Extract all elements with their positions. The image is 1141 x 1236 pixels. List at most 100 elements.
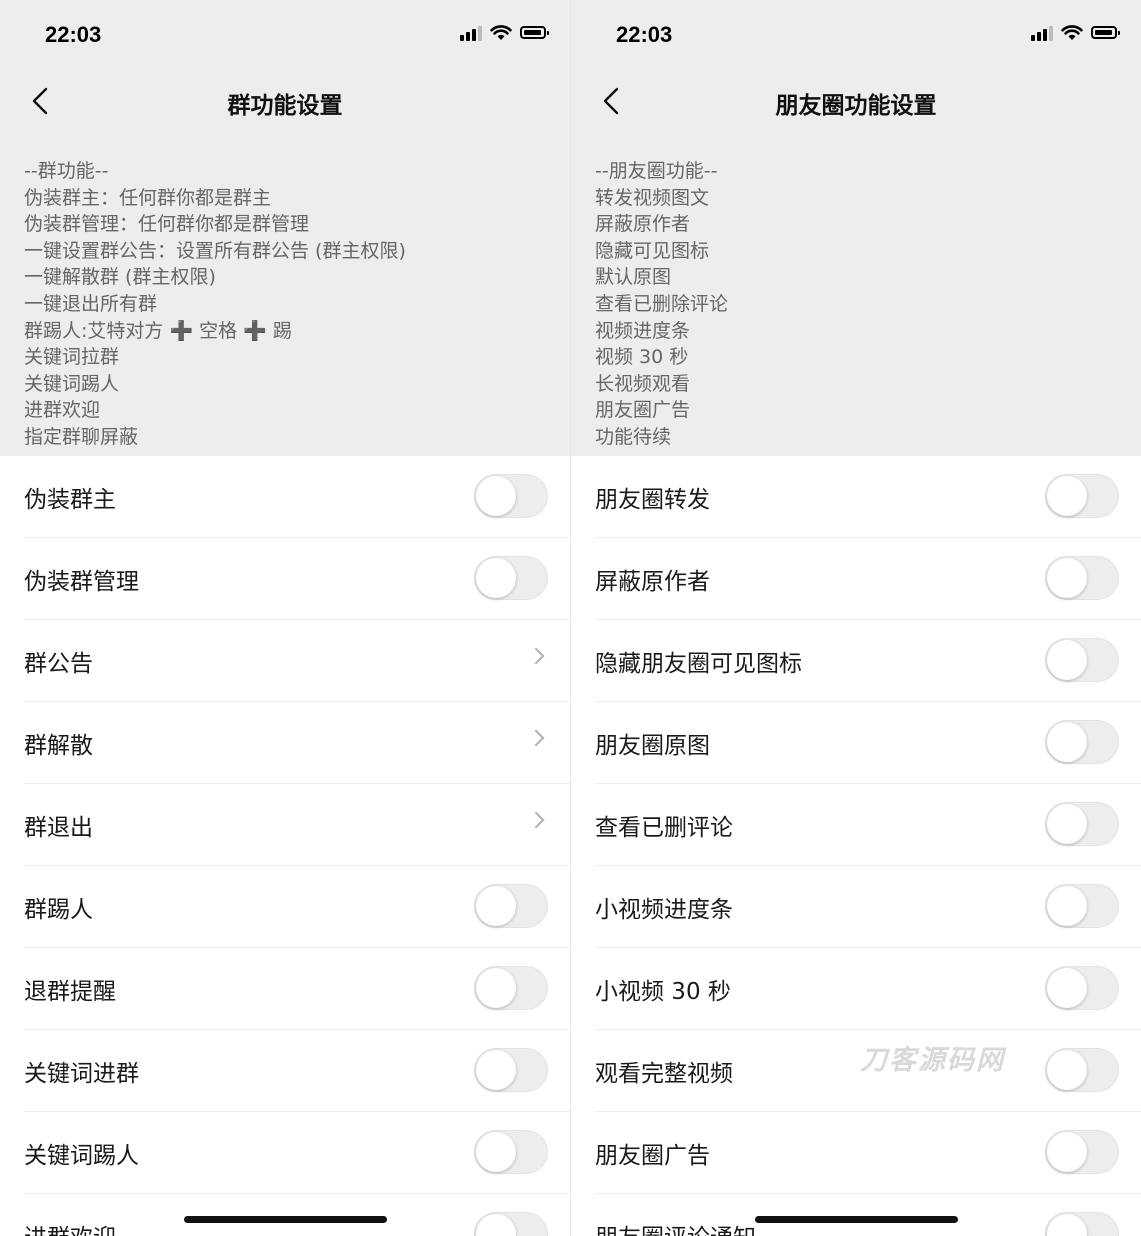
page-title: 朋友圈功能设置: [775, 93, 937, 119]
toggle-switch[interactable]: [474, 1048, 548, 1092]
battery-icon: [1091, 26, 1120, 39]
settings-row-label: 查看已删评论: [595, 815, 733, 841]
chevron-right-icon[interactable]: [527, 647, 545, 665]
toggle-switch[interactable]: [1045, 802, 1119, 846]
settings-row[interactable]: 群解散: [24, 702, 570, 784]
description-line: 群踢人:艾特对方 ➕ 空格 ➕ 踢: [24, 319, 292, 342]
settings-row: 伪装群管理: [24, 538, 570, 620]
description-line: 一键设置群公告：设置所有群公告 (群主权限): [24, 239, 406, 262]
description-line: 长视频观看: [595, 372, 691, 395]
group-settings-screen: 22:03 群功能设置 --群功能-- 伪装群主：任何群你都是群主 伪装群管理：…: [0, 0, 570, 1236]
description-line: 伪装群主：任何群你都是群主: [24, 186, 272, 209]
description-line: 转发视频图文: [595, 186, 710, 209]
description-line: 朋友圈广告: [595, 399, 691, 422]
settings-row-label: 朋友圈原图: [595, 733, 710, 759]
status-icons: [1031, 24, 1120, 41]
toggle-knob: [1047, 804, 1087, 844]
settings-row: 群踢人: [24, 866, 570, 948]
toggle-switch[interactable]: [474, 474, 548, 518]
settings-row-label: 朋友圈广告: [595, 1143, 710, 1169]
description-line: 功能待续: [595, 425, 672, 448]
toggle-knob: [1047, 1050, 1087, 1090]
toggle-knob: [1047, 722, 1087, 762]
toggle-switch[interactable]: [1045, 720, 1119, 764]
description-line: 默认原图: [595, 266, 672, 289]
settings-row-label: 退群提醒: [24, 979, 116, 1005]
settings-row-label: 隐藏朋友圈可见图标: [595, 651, 802, 677]
status-icons: [460, 24, 549, 41]
settings-row-label: 屏蔽原作者: [595, 569, 710, 595]
toggle-knob: [1047, 640, 1087, 680]
toggle-switch[interactable]: [1045, 1212, 1119, 1236]
nav-bar: 群功能设置: [0, 72, 570, 132]
settings-row: 朋友圈转发: [595, 456, 1141, 538]
page-title: 群功能设置: [227, 93, 343, 119]
settings-row-label: 朋友圈评论通知: [595, 1218, 756, 1236]
settings-list: 朋友圈转发屏蔽原作者隐藏朋友圈可见图标 朋友圈原图查看已删评论 小视频进度条 小视频 …: [571, 456, 1141, 1236]
settings-row: 关键词踢人: [24, 1112, 570, 1194]
toggle-knob: [476, 1050, 516, 1090]
toggle-switch[interactable]: [474, 884, 548, 928]
toggle-knob: [1047, 1132, 1087, 1172]
settings-row: 退群提醒: [24, 948, 570, 1030]
settings-row-label: 进群欢迎: [24, 1218, 116, 1236]
description-line: 关键词拉群: [24, 346, 120, 369]
toggle-switch[interactable]: [474, 1212, 548, 1236]
toggle-switch[interactable]: [474, 1130, 548, 1174]
settings-row: 伪装群主: [24, 456, 570, 538]
toggle-switch[interactable]: [1045, 638, 1119, 682]
settings-row: 屏蔽原作者: [595, 538, 1141, 620]
settings-row-label: 关键词踢人: [24, 1143, 139, 1169]
chevron-right-icon[interactable]: [527, 729, 545, 747]
toggle-knob: [476, 968, 516, 1008]
settings-row-label: 伪装群主: [24, 487, 116, 513]
toggle-switch[interactable]: [1045, 1130, 1119, 1174]
chevron-right-icon[interactable]: [527, 811, 545, 829]
settings-row: 朋友圈原图: [595, 702, 1141, 784]
settings-row-label: 群退出: [24, 815, 93, 841]
feature-description: --朋友圈功能-- 转发视频图文 屏蔽原作者 隐藏可见图标 默认原图 查看已删除…: [595, 158, 728, 451]
battery-icon: [520, 26, 549, 39]
signal-icon: [460, 25, 482, 41]
settings-row[interactable]: 群公告: [24, 620, 570, 702]
toggle-knob: [476, 558, 516, 598]
description-line: 屏蔽原作者: [595, 213, 691, 236]
toggle-knob: [476, 476, 516, 516]
settings-row[interactable]: 群退出: [24, 784, 570, 866]
toggle-switch[interactable]: [1045, 1048, 1119, 1092]
nav-bar: 朋友圈功能设置: [571, 72, 1141, 132]
description-line: 指定群聊屏蔽: [24, 425, 139, 448]
moments-settings-screen: 22:03 朋友圈功能设置 --朋友圈功能-- 转发视频图文 屏蔽原作者 隐藏可…: [571, 0, 1141, 1236]
settings-row-label: 关键词进群: [24, 1061, 139, 1087]
toggle-knob: [476, 1132, 516, 1172]
wifi-icon: [490, 25, 512, 40]
toggle-knob: [1047, 558, 1087, 598]
toggle-knob: [1047, 1214, 1087, 1236]
toggle-switch[interactable]: [1045, 556, 1119, 600]
toggle-switch[interactable]: [474, 556, 548, 600]
toggle-switch[interactable]: [1045, 884, 1119, 928]
toggle-switch[interactable]: [474, 966, 548, 1010]
header-area: 22:03 朋友圈功能设置 --朋友圈功能-- 转发视频图文 屏蔽原作者 隐藏可…: [571, 0, 1141, 456]
description-line: --朋友圈功能--: [595, 160, 718, 182]
settings-row-label: 群公告: [24, 651, 93, 677]
settings-row-label: 伪装群管理: [24, 569, 139, 595]
settings-row: 隐藏朋友圈可见图标: [595, 620, 1141, 702]
toggle-switch[interactable]: [1045, 966, 1119, 1010]
home-indicator: [184, 1216, 387, 1223]
settings-row-label: 群踢人: [24, 897, 93, 923]
settings-row-label: 小视频进度条: [595, 897, 733, 923]
settings-row: 关键词进群: [24, 1030, 570, 1112]
toggle-switch[interactable]: [1045, 474, 1119, 518]
description-line: 关键词踢人: [24, 372, 120, 395]
settings-row-label: 小视频 30 秒: [595, 979, 731, 1005]
toggle-knob: [1047, 476, 1087, 516]
header-area: 22:03 群功能设置 --群功能-- 伪装群主：任何群你都是群主 伪装群管理：…: [0, 0, 570, 456]
signal-icon: [1031, 25, 1053, 41]
description-line: 隐藏可见图标: [595, 239, 710, 262]
home-indicator: [755, 1216, 958, 1223]
watermark-text: 刀客源码网: [860, 1045, 1005, 1076]
status-time: 22:03: [45, 22, 102, 47]
settings-row-label: 朋友圈转发: [595, 487, 710, 513]
toggle-knob: [1047, 968, 1087, 1008]
